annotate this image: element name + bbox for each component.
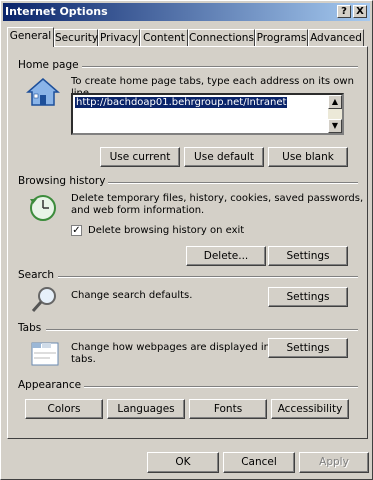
accessibility-button[interactable]: Accessibility [271,399,349,419]
tabs-description-1: Change how webpages are displayed in [71,342,270,353]
browsing-history-description-1: Delete temporary files, history, cookies… [71,193,364,204]
search-label: Search [18,269,58,281]
home-page-divider [68,66,358,68]
browsing-history-divider [100,182,358,184]
delete-history-on-exit-checkbox[interactable]: ✓ [71,225,82,236]
scroll-down-icon[interactable]: ▼ [328,119,342,133]
use-current-button[interactable]: Use current [100,147,180,167]
search-divider [58,276,358,278]
tab-general[interactable]: General [7,27,54,47]
cancel-button[interactable]: Cancel [223,452,295,473]
tabs-label: Tabs [18,322,45,334]
tabbed-pages-icon [31,342,59,366]
general-tab-panel: Home page To create home page tabs, type… [7,46,368,439]
help-button[interactable]: ? [337,5,351,18]
apply-button[interactable]: Apply [299,452,369,473]
close-button[interactable]: X [353,5,367,18]
languages-button[interactable]: Languages [107,399,185,419]
scroll-up-icon[interactable]: ▲ [328,95,342,109]
delete-history-button[interactable]: Delete... [186,246,266,266]
browsing-history-label: Browsing history [18,175,109,187]
ok-button[interactable]: OK [147,452,219,473]
internet-options-window: Internet Options ? X General Security Pr… [0,0,373,480]
use-blank-button[interactable]: Use blank [268,147,348,167]
appearance-label: Appearance [18,379,85,391]
colors-button[interactable]: Colors [25,399,103,419]
tab-programs[interactable]: Programs [255,29,308,46]
house-icon [26,78,60,106]
home-page-label: Home page [18,59,82,71]
tab-advanced[interactable]: Advanced [308,29,364,46]
appearance-divider [80,386,358,388]
title-bar[interactable]: Internet Options ? X [3,3,370,21]
search-description: Change search defaults. [71,290,193,301]
tabs-settings-button[interactable]: Settings [268,338,348,358]
window-title: Internet Options [5,5,108,18]
use-default-button[interactable]: Use default [184,147,264,167]
delete-history-on-exit-label[interactable]: Delete browsing history on exit [88,225,244,237]
url-scrollbar[interactable]: ▲ ▼ [328,95,342,133]
search-settings-button[interactable]: Settings [268,287,348,307]
history-settings-button[interactable]: Settings [268,246,348,266]
fonts-button[interactable]: Fonts [189,399,267,419]
magnifier-icon [31,287,56,312]
home-page-url-field[interactable]: http://bachdoap01.behrgroup.net/Intranet… [71,93,344,135]
browsing-history-description-2: and web form information. [71,205,205,216]
tab-connections[interactable]: Connections [188,29,255,46]
tabs-divider [46,329,358,331]
tab-security[interactable]: Security [54,29,98,46]
tab-privacy[interactable]: Privacy [98,29,140,46]
home-page-url: http://bachdoap01.behrgroup.net/Intranet [75,97,288,108]
tabs-description-2: tabs. [71,354,96,365]
history-clock-icon [30,195,56,221]
tab-content[interactable]: Content [140,29,188,46]
